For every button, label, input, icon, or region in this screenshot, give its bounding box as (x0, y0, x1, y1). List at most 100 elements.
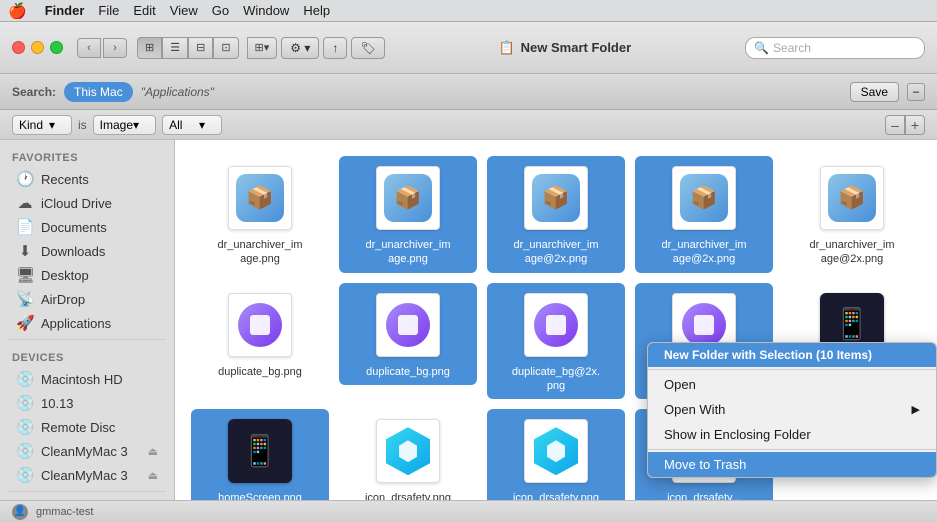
file-item[interactable]: duplicate_bg@2x.png (487, 283, 625, 400)
context-menu-item-trash[interactable]: Move to Trash (648, 452, 936, 477)
search-bar: Search: This Mac "Applications" Save – (0, 74, 937, 110)
sidebar-item-applications[interactable]: 🚀 Applications (4, 311, 170, 335)
traffic-lights (12, 41, 63, 54)
title-bar: ‹ › ⊞ ☰ ⊟ ⊡ ⊞▾ ⚙ ▾ ↑ 🏷 📋 New Smart Folde… (0, 22, 937, 74)
menu-file[interactable]: File (98, 3, 119, 18)
tag-button[interactable]: 🏷 (351, 37, 384, 59)
icloud-label: iCloud Drive (41, 196, 112, 211)
icloud-icon: ☁ (16, 194, 34, 212)
menu-help[interactable]: Help (303, 3, 330, 18)
documents-icon: 📄 (16, 218, 34, 236)
sidebar-item-recents[interactable]: 🕐 Recents (4, 167, 170, 191)
view-list-button[interactable]: ☰ (162, 37, 188, 59)
is-label: is (78, 118, 87, 132)
sidebar: Favorites 🕐 Recents ☁ iCloud Drive 📄 Doc… (0, 140, 175, 500)
view-icon-button[interactable]: ⊞ (137, 37, 162, 59)
file-item[interactable]: icon_drsafety.png (487, 409, 625, 500)
nav-arrows: ‹ › (77, 38, 127, 58)
sidebar-item-desktop[interactable]: 🖥 Desktop (4, 263, 170, 287)
sidebar-item-10-13[interactable]: 💿 10.13 (4, 391, 170, 415)
file-item[interactable]: 📱 homeScreen.png (191, 409, 329, 500)
desktop-label: Desktop (41, 268, 89, 283)
toolbar-view-buttons: ⊞ ☰ ⊟ ⊡ ⊞▾ ⚙ ▾ ↑ 🏷 (137, 37, 385, 59)
sidebar-item-icloud[interactable]: ☁ iCloud Drive (4, 191, 170, 215)
context-menu-item-show-enclosing[interactable]: Show in Enclosing Folder (648, 422, 936, 447)
macintosh-hd-label: Macintosh HD (41, 372, 123, 387)
sidebar-item-documents[interactable]: 📄 Documents (4, 215, 170, 239)
menu-edit[interactable]: Edit (133, 3, 155, 18)
devices-label: Devices (0, 344, 174, 367)
maximize-button[interactable] (50, 41, 63, 54)
search-scope-button[interactable]: This Mac (64, 82, 133, 102)
remote-disc-icon: 💿 (16, 418, 34, 436)
sidebar-divider-1 (8, 339, 166, 340)
search-icon: 🔍 (754, 41, 769, 55)
file-label: homeScreen.png (218, 491, 302, 500)
file-thumbnail: 📦 (224, 162, 296, 234)
sidebar-item-macintosh-hd[interactable]: 💿 Macintosh HD (4, 367, 170, 391)
downloads-label: Downloads (41, 244, 105, 259)
minimize-button[interactable] (31, 41, 44, 54)
file-thumbnail: 📱 (224, 415, 296, 487)
save-button[interactable]: Save (850, 82, 899, 102)
file-item[interactable]: duplicate_bg.png (191, 283, 329, 385)
file-item[interactable]: 📦 dr_unarchiver_image@2x.png (635, 156, 773, 273)
file-thumbnail: 📦 (668, 162, 740, 234)
desktop-icon: 🖥 (16, 266, 34, 284)
context-menu-item-open-with[interactable]: Open With ▶ (648, 397, 936, 422)
file-label: dr_unarchiver_image@2x.png (511, 238, 601, 267)
main-content: Favorites 🕐 Recents ☁ iCloud Drive 📄 Doc… (0, 140, 937, 500)
arrange-button[interactable]: ⊞▾ (247, 37, 278, 59)
file-thumbnail: 📦 (520, 162, 592, 234)
context-menu-item-open[interactable]: Open (648, 372, 936, 397)
file-area: 📦 dr_unarchiver_image.png 📦 dr_unarchive… (175, 140, 937, 500)
recents-icon: 🕐 (16, 170, 34, 188)
file-label: duplicate_bg.png (218, 365, 302, 379)
kind-filter[interactable]: Kind▾ (12, 115, 72, 135)
file-label: dr_unarchiver_image@2x.png (807, 238, 897, 267)
sidebar-item-cleanmymac-1[interactable]: 💿 CleanMyMac 3 ⏏ (4, 439, 170, 463)
sidebar-item-remote-disc[interactable]: 💿 Remote Disc (4, 415, 170, 439)
eject-icon-1[interactable]: ⏏ (148, 445, 158, 458)
share-button[interactable]: ↑ (323, 37, 347, 59)
file-item[interactable]: icon_drsafety.png (339, 409, 477, 500)
close-button[interactable] (12, 41, 25, 54)
file-label: dr_unarchiver_image.png (363, 238, 453, 267)
forward-button[interactable]: › (103, 38, 127, 58)
filter-plus-button[interactable]: + (905, 115, 925, 135)
file-item[interactable]: 📦 dr_unarchiver_image.png (339, 156, 477, 273)
applications-label: Applications (41, 316, 111, 331)
action-button[interactable]: ⚙ ▾ (281, 37, 319, 59)
back-button[interactable]: ‹ (77, 38, 101, 58)
file-item[interactable]: duplicate_bg.png (339, 283, 477, 385)
search-box[interactable]: 🔍 Search (745, 37, 925, 59)
window-title: 📋 New Smart Folder (395, 40, 735, 56)
eject-icon-2[interactable]: ⏏ (148, 469, 158, 482)
macintosh-hd-icon: 💿 (16, 370, 34, 388)
type-filter[interactable]: Image▾ (93, 115, 156, 135)
file-item[interactable]: 📦 dr_unarchiver_image.png (191, 156, 329, 273)
view-cover-button[interactable]: ⊡ (213, 37, 238, 59)
file-item[interactable]: 📦 dr_unarchiver_image@2x.png (487, 156, 625, 273)
filter-minus-button[interactable]: – (885, 115, 905, 135)
file-thumbnail (224, 289, 296, 361)
file-item[interactable]: 📦 dr_unarchiver_image@2x.png (783, 156, 921, 273)
sidebar-item-cleanmymac-2[interactable]: 💿 CleanMyMac 3 ⏏ (4, 463, 170, 487)
search-close-button[interactable]: – (907, 83, 925, 101)
menu-window[interactable]: Window (243, 3, 289, 18)
context-menu-item-new-folder[interactable]: New Folder with Selection (10 Items) (648, 343, 936, 367)
all-filter[interactable]: All▾ (162, 115, 222, 135)
menu-go[interactable]: Go (212, 3, 229, 18)
airdrop-icon: 📡 (16, 290, 34, 308)
file-label: duplicate_bg.png (366, 365, 450, 379)
view-column-button[interactable]: ⊟ (188, 37, 213, 59)
file-thumbnail: 📦 (372, 162, 444, 234)
apple-menu[interactable]: 🍎 (8, 2, 27, 20)
menu-finder[interactable]: Finder (45, 3, 85, 18)
submenu-arrow-icon: ▶ (912, 403, 920, 416)
filter-bar: Kind▾ is Image▾ All▾ – + (0, 110, 937, 140)
sidebar-item-downloads[interactable]: ⬇ Downloads (4, 239, 170, 263)
sidebar-item-airdrop[interactable]: 📡 AirDrop (4, 287, 170, 311)
menu-view[interactable]: View (170, 3, 198, 18)
user-avatar: 👤 (12, 504, 28, 520)
